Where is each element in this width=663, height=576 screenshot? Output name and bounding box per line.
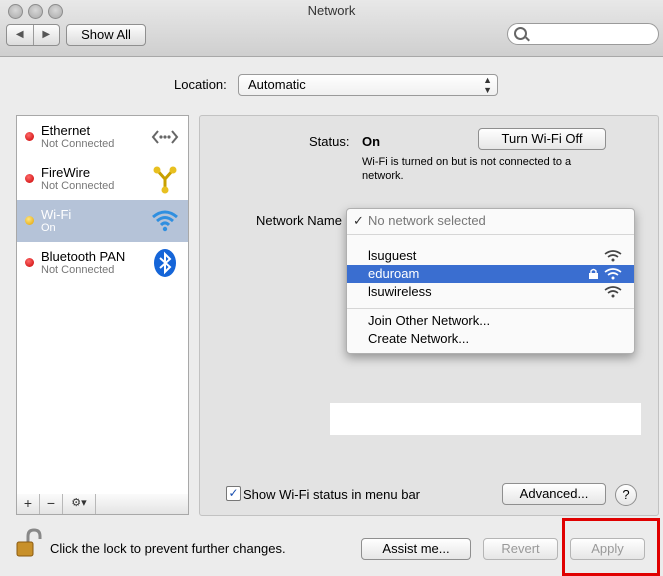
status-dot: [25, 216, 34, 225]
revert-button[interactable]: Revert: [483, 538, 558, 560]
search-icon: [514, 27, 527, 40]
create-network-item[interactable]: Create Network...: [347, 330, 634, 348]
back-button[interactable]: ◀: [7, 25, 34, 45]
highlight-annotation: [562, 518, 660, 576]
service-item-firewire[interactable]: FireWire Not Connected: [17, 158, 188, 200]
turn-wifi-off-button[interactable]: Turn Wi-Fi Off: [478, 128, 606, 150]
show-status-checkbox[interactable]: ✓: [226, 486, 241, 501]
service-name: FireWire: [41, 165, 91, 180]
lock-text: Click the lock to prevent further change…: [50, 541, 286, 556]
menu-separator: [347, 308, 634, 309]
action-menu-button[interactable]: ⚙▾: [63, 494, 96, 514]
forward-button[interactable]: ▶: [34, 25, 60, 45]
network-item-eduroam[interactable]: eduroam: [347, 265, 634, 283]
remove-service-button[interactable]: −: [40, 494, 63, 514]
title-bar: Network ◀ ▶ Show All: [0, 0, 663, 57]
status-dot: [25, 132, 34, 141]
wifi-signal-icon: [604, 286, 622, 298]
service-status: Not Connected: [41, 264, 115, 276]
search-field[interactable]: [507, 23, 659, 45]
status-dot: [25, 258, 34, 267]
service-status: On: [41, 222, 56, 234]
bluetooth-icon: [154, 249, 176, 277]
service-list: Ethernet Not Connected FireWire Not Conn…: [16, 115, 189, 496]
wifi-signal-icon: [604, 250, 622, 262]
location-value: Automatic: [248, 77, 306, 92]
lock-icon[interactable]: [16, 528, 42, 558]
service-status: Not Connected: [41, 138, 115, 150]
service-toolbar: + − ⚙▾: [16, 494, 189, 515]
status-description: Wi-Fi is turned on but is not connected …: [362, 156, 572, 182]
show-status-label: Show Wi-Fi status in menu bar: [243, 487, 421, 502]
service-item-bluetooth-pan[interactable]: Bluetooth PAN Not Connected: [17, 242, 188, 284]
blank-area: [330, 403, 641, 435]
service-status: Not Connected: [41, 180, 115, 192]
service-item-ethernet[interactable]: Ethernet Not Connected: [17, 116, 188, 158]
checkmark-icon: ✓: [353, 213, 364, 228]
no-network-item[interactable]: ✓ No network selected: [347, 212, 634, 230]
assist-me-button[interactable]: Assist me...: [361, 538, 471, 560]
status-dot: [25, 174, 34, 183]
network-item-lsuguest[interactable]: lsuguest: [347, 247, 634, 265]
status-label: Status:: [309, 134, 350, 149]
network-item-lsuwireless[interactable]: lsuwireless: [347, 283, 634, 301]
network-dropdown-menu: ✓ No network selected lsuguest eduroam l…: [346, 208, 635, 354]
select-arrows-icon: ▲ ▼: [483, 75, 492, 95]
menu-separator: [347, 234, 634, 235]
service-name: Ethernet: [41, 123, 91, 138]
firewire-icon: [153, 166, 177, 194]
window-title: Network: [307, 3, 356, 18]
advanced-button[interactable]: Advanced...: [502, 483, 606, 505]
ethernet-icon: [151, 130, 179, 144]
lock-icon: [589, 268, 598, 279]
help-button[interactable]: ?: [615, 484, 637, 506]
service-name: Bluetooth PAN: [41, 249, 126, 264]
status-value: On: [362, 134, 381, 149]
location-select[interactable]: Automatic ▲ ▼: [238, 74, 498, 96]
location-label: Location:: [174, 77, 227, 92]
wifi-signal-icon: [604, 268, 622, 280]
show-all-button[interactable]: Show All: [66, 24, 146, 46]
add-service-button[interactable]: +: [17, 494, 40, 514]
wifi-icon: [152, 210, 178, 232]
nav-segment: ◀ ▶: [6, 24, 60, 46]
service-item-wifi[interactable]: Wi-Fi On: [17, 200, 188, 242]
service-name: Wi-Fi: [41, 207, 72, 222]
join-other-network-item[interactable]: Join Other Network...: [347, 312, 634, 330]
network-name-label: Network Name: [256, 213, 342, 228]
